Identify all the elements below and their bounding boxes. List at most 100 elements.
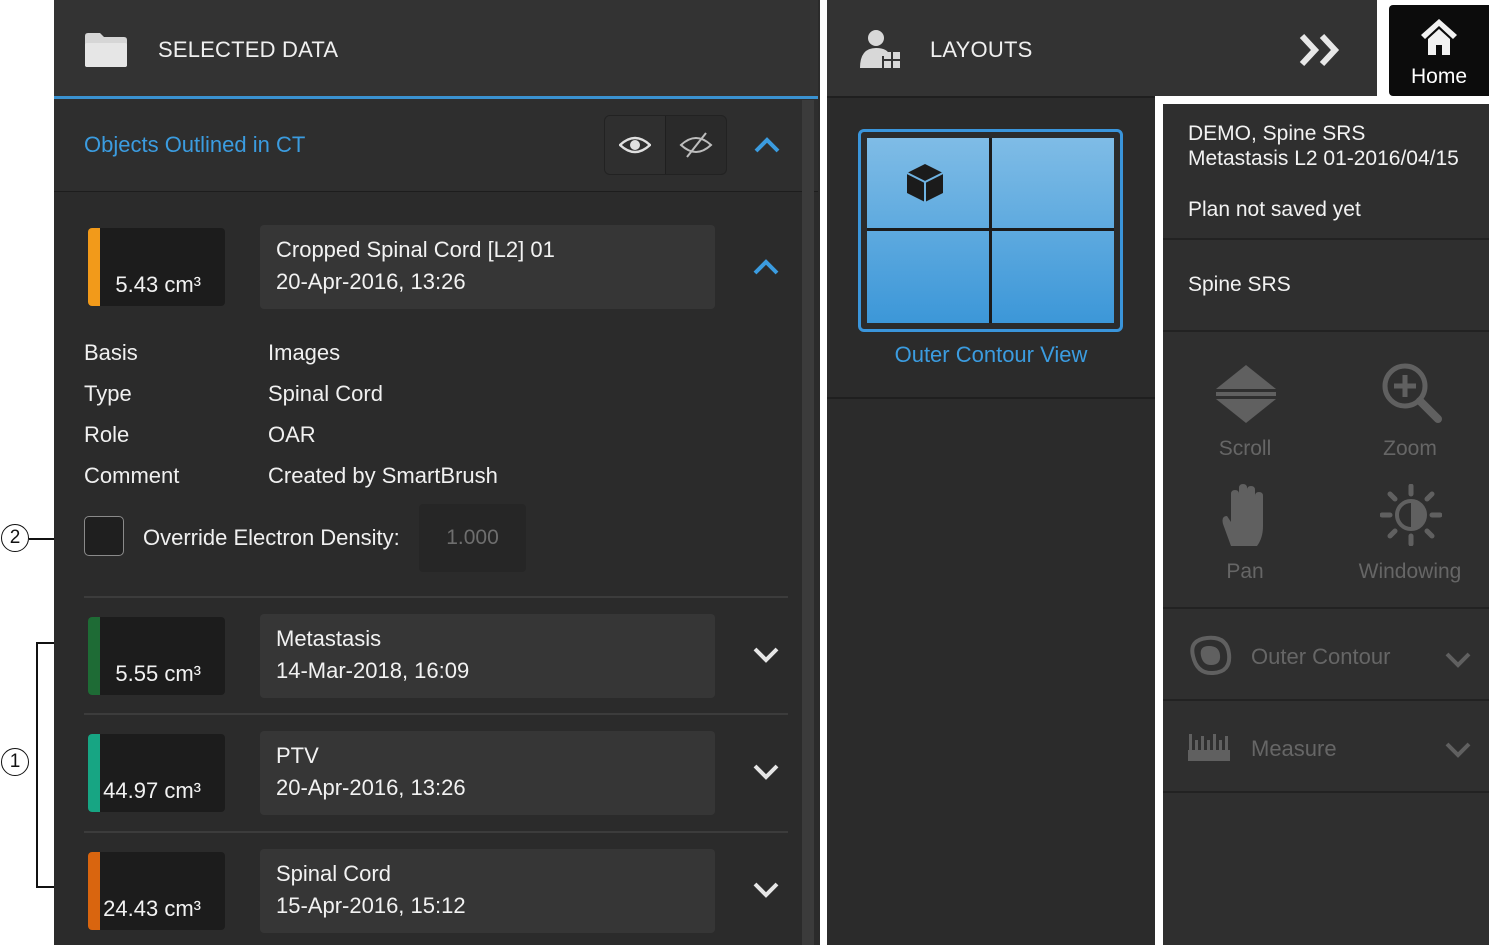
object-color-swatch — [88, 852, 100, 930]
show-all-button[interactable] — [605, 116, 666, 174]
property-value: Images — [268, 340, 341, 365]
layouts-panel: LAYOUTS Outer Contour View — [827, 0, 1377, 945]
hand-icon — [1217, 484, 1275, 548]
contour-icon — [1187, 634, 1233, 676]
layouts-separator — [827, 397, 1155, 399]
property-value: Created by SmartBrush — [268, 463, 498, 488]
expand-object-chevron-icon[interactable] — [753, 647, 779, 663]
object-name: PTV — [276, 743, 319, 768]
property-label: Role — [84, 422, 130, 447]
object-name-box[interactable]: Cropped Spinal Cord [L2] 01 20-Apr-2016,… — [260, 225, 715, 309]
cube-icon — [905, 162, 945, 204]
pan-tool[interactable]: Pan — [1165, 484, 1325, 594]
object-divider — [84, 713, 788, 715]
outer-contour-accordion[interactable]: Outer Contour — [1163, 610, 1489, 698]
ruler-icon — [1187, 730, 1231, 762]
pan-label: Pan — [1226, 560, 1264, 583]
home-icon — [1419, 17, 1459, 57]
object-color-swatch — [88, 228, 100, 306]
property-label: Type — [84, 381, 132, 406]
panel-separator — [1163, 238, 1489, 240]
windowing-label: Windowing — [1358, 560, 1462, 583]
expand-object-chevron-icon[interactable] — [753, 882, 779, 898]
object-volume-box: 24.43 cm³ — [88, 852, 225, 930]
folder-icon — [84, 30, 128, 68]
scrollbar[interactable] — [802, 100, 814, 945]
hide-all-button[interactable] — [666, 116, 726, 174]
measure-accordion[interactable]: Measure — [1163, 702, 1489, 790]
object-name: Metastasis — [276, 626, 382, 651]
collapse-section-chevron-icon[interactable] — [754, 137, 780, 153]
indication-label: Spine SRS — [1188, 273, 1291, 296]
object-volume: 24.43 cm³ — [103, 896, 201, 921]
windowing-tool[interactable]: Windowing — [1330, 484, 1489, 594]
object-name: Spinal Cord — [276, 861, 391, 886]
object-volume: 44.97 cm³ — [103, 778, 201, 803]
visibility-toggle-group — [604, 115, 727, 175]
object-name-box[interactable]: PTV 20-Apr-2016, 13:26 — [260, 731, 715, 815]
patient-tools-panel: DEMO, Spine SRS Metastasis L2 01-2016/04… — [1163, 104, 1489, 945]
object-volume-box: 5.43 cm³ — [88, 228, 225, 306]
panel-separator — [1163, 699, 1489, 701]
object-volume: 5.43 cm³ — [115, 272, 201, 297]
sun-brightness-icon — [1380, 484, 1442, 546]
callout-1-bracket — [36, 642, 38, 888]
magnifier-plus-icon — [1380, 361, 1442, 423]
object-color-swatch — [88, 734, 100, 812]
home-label: Home — [1410, 65, 1468, 88]
plan-name: Metastasis L2 01-2016/04/15 — [1188, 147, 1459, 170]
measure-label: Measure — [1251, 736, 1337, 761]
scroll-label: Scroll — [1218, 437, 1272, 460]
layouts-header-rule — [827, 96, 1155, 98]
eye-icon — [619, 134, 651, 156]
electron-density-input[interactable]: 1.000 — [419, 504, 526, 572]
object-volume-box: 44.97 cm³ — [88, 734, 225, 812]
object-name-box[interactable]: Metastasis 14-Mar-2018, 16:09 — [260, 614, 715, 698]
zoom-tool[interactable]: Zoom — [1330, 359, 1489, 469]
layouts-title: LAYOUTS — [930, 37, 1033, 62]
property-label: Comment — [84, 463, 180, 488]
callout-2: 2 — [1, 524, 29, 552]
object-date: 20-Apr-2016, 13:26 — [276, 775, 466, 800]
object-color-swatch — [88, 617, 100, 695]
selected-data-header: SELECTED DATA — [54, 0, 818, 96]
objects-section-header[interactable]: Objects Outlined in CT — [54, 99, 818, 192]
object-divider — [84, 831, 788, 833]
zoom-label: Zoom — [1383, 437, 1437, 460]
plan-status: Plan not saved yet — [1188, 198, 1361, 221]
layout-caption: Outer Contour View — [894, 342, 1088, 367]
object-date: 15-Apr-2016, 15:12 — [276, 893, 466, 918]
layouts-header: LAYOUTS — [827, 0, 1377, 96]
layout-thumbnail-outer-contour[interactable] — [858, 129, 1123, 332]
eye-slash-icon — [679, 131, 713, 159]
object-name-box[interactable]: Spinal Cord 15-Apr-2016, 15:12 — [260, 849, 715, 933]
double-chevron-right-icon[interactable] — [1298, 33, 1344, 67]
property-value: Spinal Cord — [268, 381, 383, 406]
object-volume: 5.55 cm³ — [115, 661, 201, 686]
object-date: 20-Apr-2016, 13:26 — [276, 269, 466, 294]
panel-separator — [1163, 330, 1489, 332]
home-button[interactable]: Home — [1389, 5, 1489, 96]
collapse-object-chevron-icon[interactable] — [753, 259, 779, 275]
person-grid-icon — [856, 28, 902, 72]
scroll-arrows-icon — [1214, 363, 1278, 425]
panel-separator — [1163, 607, 1489, 609]
selected-data-panel: SELECTED DATA Objects Outlined in CT 5.4… — [54, 0, 820, 945]
selected-data-title: SELECTED DATA — [158, 37, 339, 62]
scroll-tool[interactable]: Scroll — [1165, 359, 1325, 469]
objects-section-title: Objects Outlined in CT — [84, 132, 306, 157]
outer-contour-label: Outer Contour — [1251, 644, 1391, 669]
override-density-label: Override Electron Density: — [143, 525, 400, 550]
chevron-down-icon — [1445, 652, 1471, 668]
object-divider — [84, 596, 788, 598]
expand-object-chevron-icon[interactable] — [753, 764, 779, 780]
override-density-checkbox[interactable] — [84, 516, 124, 556]
object-volume-box: 5.55 cm³ — [88, 617, 225, 695]
callout-1: 1 — [1, 748, 29, 776]
layout-grid-horizontal — [867, 228, 1114, 231]
property-value: OAR — [268, 422, 316, 447]
object-name: Cropped Spinal Cord [L2] 01 — [276, 237, 555, 262]
layout-preview — [867, 138, 1114, 323]
property-label: Basis — [84, 340, 138, 365]
chevron-down-icon — [1445, 742, 1471, 758]
